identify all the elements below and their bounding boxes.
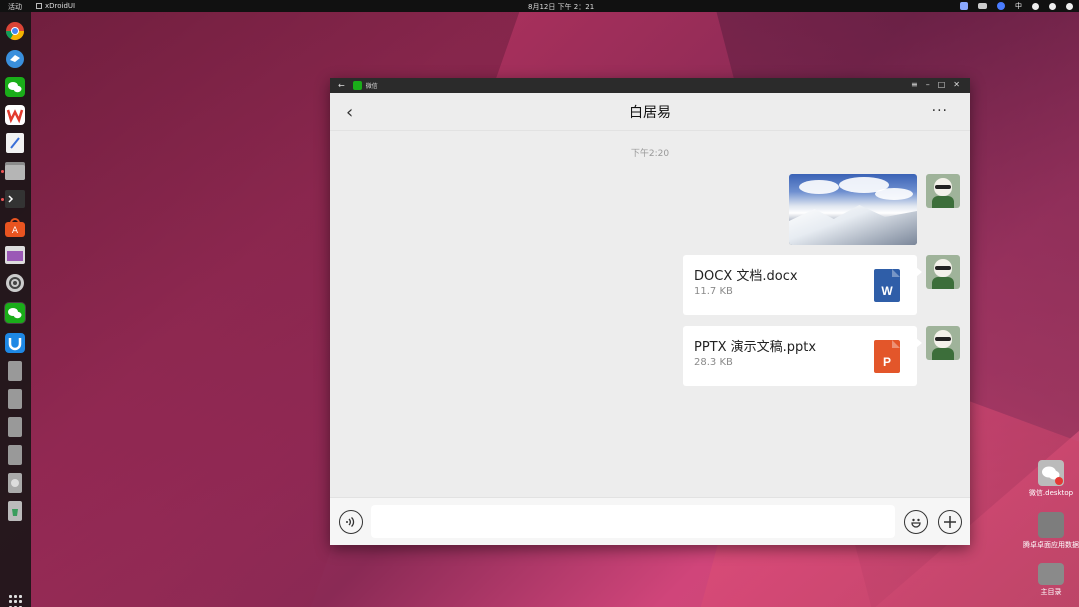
trash-icon[interactable] <box>4 500 26 522</box>
dove-app-icon[interactable] <box>4 48 26 70</box>
window-title: 微信 <box>365 83 378 90</box>
top-bar: 活动 xDroidUI 8月12日 下午 2：21 中 <box>0 0 1079 12</box>
file-size: 28.3 KB <box>694 357 733 368</box>
file-name: DOCX 文档.docx <box>694 269 798 284</box>
avatar[interactable] <box>926 255 960 289</box>
show-apps-icon[interactable] <box>9 595 23 607</box>
folder-icon <box>1038 512 1064 538</box>
message-input[interactable] <box>371 505 895 538</box>
screenshot-icon[interactable] <box>997 2 1005 10</box>
tray-app-icon[interactable] <box>960 2 968 10</box>
network-icon[interactable] <box>1032 2 1039 10</box>
wechat-logo-icon <box>352 81 362 90</box>
volume-icon[interactable] <box>1049 2 1056 10</box>
text-editor-icon[interactable] <box>4 132 26 154</box>
file-name: PPTX 演示文稿.pptx <box>694 340 817 355</box>
voice-icon[interactable] <box>339 510 363 534</box>
desktop-icon-label: 腾卓卓面应用数据 <box>1023 541 1079 549</box>
app-center-icon[interactable]: A <box>4 216 26 238</box>
app-menu[interactable]: xDroidUI <box>36 2 75 10</box>
message-timestamp: 下午2:20 <box>630 149 670 159</box>
emoji-icon[interactable] <box>904 510 928 534</box>
wechat-running-icon[interactable] <box>4 302 26 324</box>
avatar[interactable] <box>926 174 960 208</box>
wps-icon[interactable] <box>4 104 26 126</box>
close-icon[interactable]: ✕ <box>953 80 960 89</box>
wechat-desktop-file-icon <box>1038 460 1064 486</box>
input-method-indicator[interactable]: 中 <box>1015 1 1022 11</box>
plus-icon[interactable] <box>938 510 962 534</box>
app-name: xDroidUI <box>45 2 76 10</box>
titlebar-back-icon[interactable]: ← <box>338 81 345 90</box>
u-app-icon[interactable] <box>4 332 26 354</box>
maximize-icon[interactable]: □ <box>938 80 946 89</box>
wechat-icon[interactable] <box>4 76 26 98</box>
word-file-icon: W <box>874 269 900 302</box>
desktop-icon-home[interactable]: 主目录 <box>1021 563 1079 597</box>
minimize-icon[interactable]: – <box>926 80 930 89</box>
chat-header: ‹ 白居易 ··· <box>330 93 970 131</box>
app-square-icon <box>36 3 42 9</box>
settings-icon[interactable] <box>4 272 26 294</box>
files-icon[interactable] <box>4 160 26 182</box>
message-input-bar <box>330 497 970 545</box>
drive-icon[interactable] <box>4 388 26 410</box>
activities-button[interactable]: 活动 <box>8 2 22 12</box>
power-icon[interactable] <box>1066 2 1073 10</box>
clock[interactable]: 8月12日 下午 2：21 <box>528 2 594 12</box>
drive-icon[interactable] <box>4 416 26 438</box>
camera-icon[interactable] <box>978 3 987 9</box>
window-titlebar[interactable]: ← 微信 ≡ – □ ✕ <box>330 78 970 93</box>
desktop-icon-label: 微信.desktop <box>1028 489 1074 497</box>
avatar[interactable] <box>926 326 960 360</box>
desktop-icon-label: 主目录 <box>1040 588 1062 596</box>
powerpoint-file-icon: P <box>874 340 900 373</box>
chrome-icon[interactable] <box>4 20 26 42</box>
home-folder-icon <box>1038 563 1064 585</box>
chat-title: 白居易 <box>629 104 671 121</box>
desktop-icon-folder-data[interactable]: 腾卓卓面应用数据 <box>1021 512 1079 550</box>
file-message-docx[interactable]: DOCX 文档.docx 11.7 KB W <box>683 255 922 315</box>
drive-icon[interactable] <box>4 444 26 466</box>
system-tray: 中 <box>960 1 1073 11</box>
menu-icon[interactable]: ≡ <box>911 80 918 89</box>
file-message-pptx[interactable]: PPTX 演示文稿.pptx 28.3 KB P <box>683 326 922 386</box>
image-message[interactable] <box>789 174 917 245</box>
terminal-icon[interactable] <box>4 188 26 210</box>
video-player-icon[interactable] <box>4 244 26 266</box>
drive-icon[interactable] <box>4 360 26 382</box>
dock: A <box>0 12 31 607</box>
wechat-window: ← 微信 ≡ – □ ✕ ‹ 白居易 ··· 下午2:20 DOCX 文档.do… <box>330 78 970 545</box>
more-options-icon[interactable]: ··· <box>932 103 948 119</box>
disc-icon[interactable] <box>4 472 26 494</box>
file-size: 11.7 KB <box>694 286 733 297</box>
svg-text:A: A <box>12 226 19 236</box>
back-chevron-icon[interactable]: ‹ <box>346 102 353 123</box>
desktop-icon-wechat[interactable]: 微信.desktop <box>1021 460 1079 498</box>
